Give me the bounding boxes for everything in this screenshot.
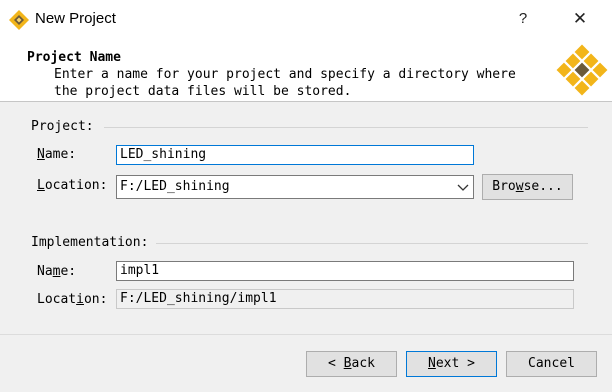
page-title: Project Name xyxy=(27,50,121,65)
dialog-content: Project: Name: LED_shining Location: F:/… xyxy=(0,102,612,392)
diamond-grid-logo-icon xyxy=(556,44,608,96)
chevron-down-icon[interactable] xyxy=(456,180,470,194)
description-line-1: Enter a name for your project and specif… xyxy=(54,67,516,82)
help-button[interactable]: ? xyxy=(500,0,546,40)
project-name-input[interactable]: LED_shining xyxy=(116,145,474,165)
description-line-2: the project data files will be stored. xyxy=(54,83,352,99)
page-description: Enter a name for your project and specif… xyxy=(54,67,516,100)
close-button[interactable]: ✕ xyxy=(557,0,603,40)
implementation-name-label: Name: xyxy=(37,264,77,279)
implementation-location-label: Location: xyxy=(37,292,108,307)
implementation-name-input[interactable]: impl1 xyxy=(116,261,574,281)
implementation-group-label: Implementation: xyxy=(31,235,149,250)
app-diamond-icon xyxy=(9,10,29,30)
browse-button[interactable]: Browse... xyxy=(482,174,573,200)
project-group-label: Project: xyxy=(31,119,94,134)
header-banner: Project Name Enter a name for your proje… xyxy=(0,40,612,102)
project-location-combobox[interactable]: F:/LED_shining xyxy=(116,175,474,199)
project-location-value: F:/LED_shining xyxy=(120,179,230,194)
implementation-location-field: F:/LED_shining/impl1 xyxy=(116,289,574,309)
implementation-group-divider xyxy=(156,243,588,244)
footer-divider xyxy=(0,334,612,335)
project-location-label: Location: xyxy=(37,178,108,193)
back-button[interactable]: < Back xyxy=(306,351,397,377)
project-name-label: Name: xyxy=(37,147,77,162)
next-button[interactable]: Next > xyxy=(406,351,497,377)
cancel-button[interactable]: Cancel xyxy=(506,351,597,377)
project-group-divider xyxy=(104,127,588,128)
title-bar: New Project ? ✕ xyxy=(0,0,612,40)
window-title: New Project xyxy=(35,10,116,27)
